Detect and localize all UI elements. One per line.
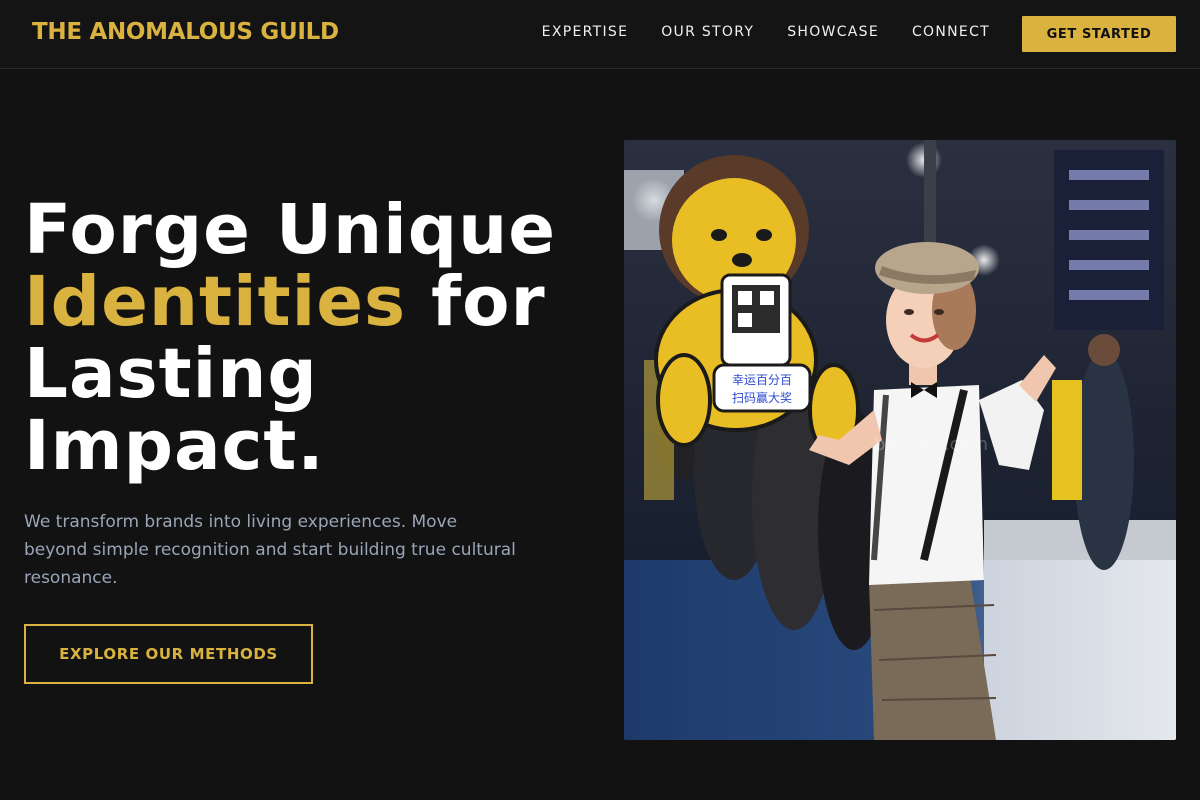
hero-photo: 幸运百分百 扫码赢大奖 baiyous.com [624, 140, 1176, 740]
get-started-button[interactable]: GET STARTED [1022, 16, 1176, 52]
brand-logo[interactable]: THE ANOMALOUS GUILD [32, 19, 339, 45]
headline-part1: Forge Unique [24, 190, 557, 270]
nav-link-expertise[interactable]: EXPERTISE [542, 24, 629, 40]
hero-headline: Forge Unique Identities for Lasting Impa… [24, 194, 604, 482]
site-header: THE ANOMALOUS GUILD EXPERTISE OUR STORY … [0, 0, 1200, 69]
sign-text-2: 扫码赢大奖 [732, 390, 792, 405]
headline-accent: Identities [24, 262, 407, 342]
nav-link-our-story[interactable]: OUR STORY [661, 24, 754, 40]
image-watermark: baiyous.com [874, 434, 988, 455]
hero-photo-illustration: 幸运百分百 扫码赢大奖 baiyous.com [624, 140, 1176, 740]
hero-subtext: We transform brands into living experien… [24, 512, 516, 588]
explore-methods-button[interactable]: EXPLORE OUR METHODS [24, 624, 313, 684]
nav-link-showcase[interactable]: SHOWCASE [787, 24, 879, 40]
main-nav: EXPERTISE OUR STORY SHOWCASE CONNECT [542, 24, 990, 40]
nav-link-connect[interactable]: CONNECT [912, 24, 990, 40]
sign-text-1: 幸运百分百 [732, 373, 792, 387]
